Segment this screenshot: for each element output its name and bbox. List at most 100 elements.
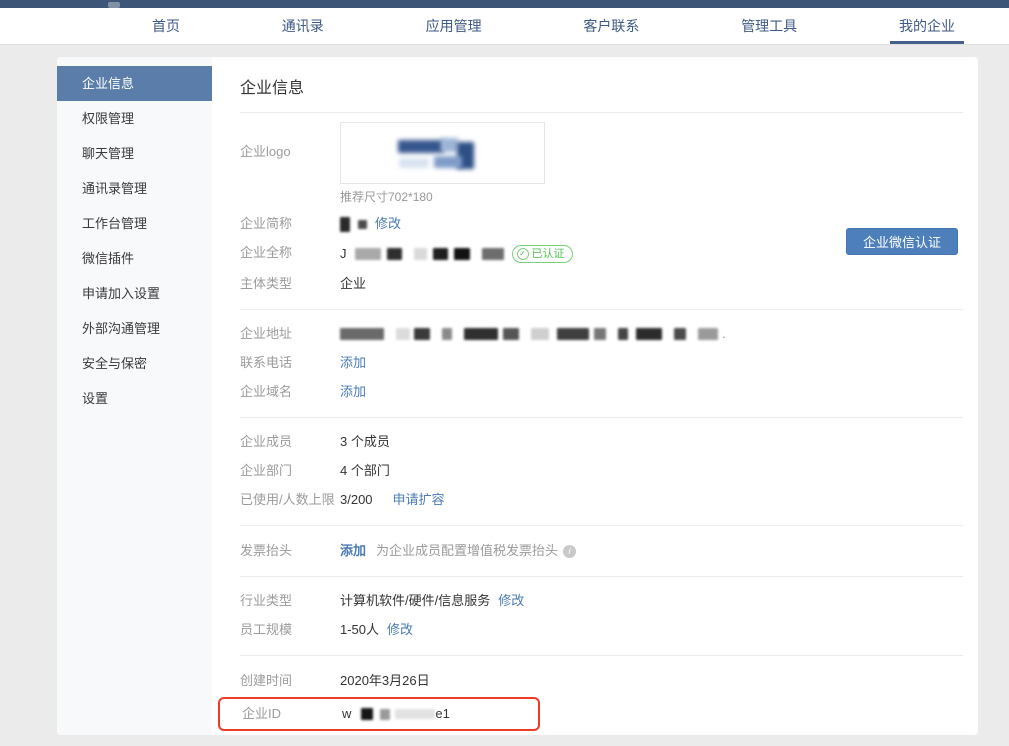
tab-contacts-label: 通讯录 [282, 16, 324, 36]
redacted-text [414, 328, 430, 340]
members-label: 企业成员 [240, 434, 340, 450]
full-name-visible-prefix: J [340, 246, 347, 262]
redacted-text [482, 248, 504, 260]
sidebar-item-permission-management[interactable]: 权限管理 [57, 101, 212, 136]
top-header-strip [0, 0, 1009, 8]
redacted-text [395, 709, 435, 719]
entity-type-value: 企业 [340, 276, 366, 292]
verified-badge-label: 已认证 [532, 246, 565, 262]
logo-blur-shape [399, 158, 429, 168]
scale-label: 员工规模 [240, 622, 340, 638]
main-card: 企业信息 权限管理 聊天管理 通讯录管理 工作台管理 微信插件 申请加入设置 外… [57, 57, 978, 735]
verified-badge: ✓ 已认证 [512, 245, 573, 263]
redacted-text [396, 328, 410, 340]
row-domain: 企业域名 添加 [240, 384, 963, 400]
redacted-text [464, 328, 498, 340]
industry-value: 计算机软件/硬件/信息服务 [340, 593, 490, 609]
redacted-text [380, 709, 390, 720]
sidebar-item-external-communication[interactable]: 外部沟通管理 [57, 311, 212, 346]
domain-add-link[interactable]: 添加 [340, 384, 366, 400]
sidebar-item-enterprise-info[interactable]: 企业信息 [57, 66, 212, 101]
redacted-text [442, 328, 452, 340]
address-label: 企业地址 [240, 326, 340, 342]
departments-value: 4 个部门 [340, 463, 390, 479]
invoice-hint: 为企业成员配置增值税发票抬头 [376, 543, 558, 559]
logo-blur-shape [398, 140, 444, 153]
redacted-text [674, 328, 686, 340]
industry-edit-link[interactable]: 修改 [498, 593, 524, 609]
info-icon[interactable]: i [563, 545, 576, 558]
tab-customer-relations[interactable]: 客户联系 [581, 8, 641, 44]
logo-size-hint: 推荐尺寸702*180 [340, 189, 545, 205]
redacted-text [361, 708, 373, 720]
created-value: 2020年3月26日 [340, 673, 430, 689]
wechat-certify-button[interactable]: 企业微信认证 [846, 228, 958, 255]
usage-label: 已使用/人数上限 [240, 492, 340, 508]
sidebar-item-workbench-management[interactable]: 工作台管理 [57, 206, 212, 241]
sidebar-item-wechat-plugin[interactable]: 微信插件 [57, 241, 212, 276]
redacted-text [454, 248, 470, 260]
logo-blur-shape [434, 156, 462, 168]
sidebar-item-chat-management[interactable]: 聊天管理 [57, 136, 212, 171]
divider [240, 417, 963, 418]
tab-my-enterprise[interactable]: 我的企业 [897, 8, 957, 44]
divider [240, 112, 963, 113]
row-usage: 已使用/人数上限 3/200 申请扩容 [240, 492, 963, 508]
members-value: 3 个成员 [340, 434, 390, 450]
short-name-label: 企业简称 [240, 216, 340, 232]
redacted-text [414, 248, 427, 260]
created-label: 创建时间 [240, 673, 340, 689]
corp-id-highlight-box: 企业ID w e1 [218, 697, 540, 731]
row-entity-type: 主体类型 企业 [240, 276, 963, 292]
tab-contacts[interactable]: 通讯录 [280, 8, 326, 44]
row-members: 企业成员 3 个成员 [240, 434, 963, 450]
corp-id-visible-suffix: e1 [435, 706, 449, 722]
tab-admin-tools-label: 管理工具 [741, 16, 797, 36]
redacted-text [340, 328, 384, 340]
page-title: 企业信息 [240, 71, 963, 98]
redacted-text [531, 328, 549, 340]
redacted-text [636, 328, 662, 340]
divider [240, 525, 963, 526]
sidebar-item-contacts-management[interactable]: 通讯录管理 [57, 171, 212, 206]
divider [240, 309, 963, 310]
phone-add-link[interactable]: 添加 [340, 355, 366, 371]
sidebar-item-settings[interactable]: 设置 [57, 381, 212, 416]
row-enterprise-logo: 企业logo 推荐尺寸702*180 [240, 122, 963, 205]
sidebar-item-join-settings[interactable]: 申请加入设置 [57, 276, 212, 311]
tab-app-management-label: 应用管理 [426, 16, 482, 36]
tab-home[interactable]: 首页 [150, 8, 182, 44]
logo-label: 企业logo [240, 122, 340, 160]
usage-value: 3/200 [340, 492, 373, 508]
main-nav: 首页 通讯录 应用管理 客户联系 管理工具 我的企业 [0, 8, 1009, 45]
phone-label: 联系电话 [240, 355, 340, 371]
divider [240, 655, 963, 656]
corp-id-label: 企业ID [242, 706, 342, 722]
address-tail-char: . [722, 326, 726, 342]
row-address: 企业地址 [240, 326, 963, 342]
entity-type-label: 主体类型 [240, 276, 340, 292]
scale-edit-link[interactable]: 修改 [387, 622, 413, 638]
tab-customer-relations-label: 客户联系 [583, 16, 639, 36]
full-name-label: 企业全称 [240, 245, 340, 261]
row-corp-id: 企业ID w e1 [242, 706, 538, 722]
short-name-edit-link[interactable]: 修改 [375, 216, 401, 232]
enterprise-logo-image[interactable] [340, 122, 545, 184]
active-tab-underline [890, 41, 964, 44]
row-departments: 企业部门 4 个部门 [240, 463, 963, 479]
corp-id-visible-prefix: w [342, 706, 351, 722]
tab-admin-tools[interactable]: 管理工具 [739, 8, 799, 44]
expand-capacity-link[interactable]: 申请扩容 [393, 492, 445, 508]
logo-blur-shape [441, 138, 458, 152]
redacted-text [433, 248, 448, 260]
tab-app-management[interactable]: 应用管理 [424, 8, 484, 44]
redacted-text [355, 248, 381, 260]
redacted-text [503, 328, 519, 340]
nav-tabs: 首页 通讯录 应用管理 客户联系 管理工具 我的企业 [150, 8, 957, 44]
sidebar-item-security-privacy[interactable]: 安全与保密 [57, 346, 212, 381]
row-phone: 联系电话 添加 [240, 355, 963, 371]
redacted-text [358, 220, 367, 229]
invoice-add-link[interactable]: 添加 [340, 543, 366, 559]
row-industry: 行业类型 计算机软件/硬件/信息服务 修改 [240, 593, 963, 609]
row-created: 创建时间 2020年3月26日 [240, 673, 963, 689]
